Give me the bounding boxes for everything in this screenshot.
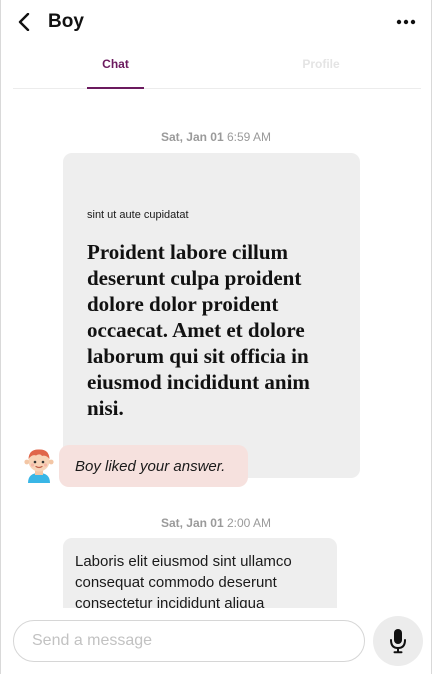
message-bubble[interactable]: Laboris elit eiusmod sint ullamco conseq… (63, 538, 337, 618)
message-subtext: sint ut aute cupidatat (87, 209, 189, 221)
timestamp-date: Sat, Jan 01 (160, 516, 224, 530)
message-bubble[interactable]: sint ut aute cupidatat Proident labore c… (63, 153, 360, 478)
reaction-text: Boy liked your answer. (75, 458, 226, 475)
message-timestamp: Sat, Jan 01 2:00 AM (1, 516, 431, 530)
boy-avatar-icon (24, 449, 54, 483)
back-button[interactable] (13, 10, 35, 34)
header: Boy (1, 0, 431, 44)
tab-chat[interactable]: Chat (87, 57, 144, 89)
reaction-bubble: Boy liked your answer. (59, 445, 248, 487)
page-title: Boy (48, 11, 84, 32)
microphone-icon (390, 629, 406, 654)
timestamp-time: 2:00 AM (227, 516, 272, 530)
message-heading: Proident labore cillum deserunt culpa pr… (87, 240, 310, 420)
timestamp-date: Sat, Jan 01 (160, 130, 224, 144)
message-text: Laboris elit eiusmod sint ullamco conseq… (75, 553, 292, 612)
message-composer (1, 608, 431, 674)
more-options-button[interactable] (395, 12, 417, 32)
chevron-left-icon (18, 13, 30, 31)
message-input[interactable] (13, 620, 365, 662)
avatar (19, 444, 59, 484)
chat-screen: Boy Chat Profile Sat, Jan 01 6:59 AM sin… (0, 0, 432, 674)
message-timestamp: Sat, Jan 01 6:59 AM (1, 130, 431, 144)
tab-bar: Chat Profile (13, 50, 421, 89)
ellipsis-icon (396, 19, 416, 25)
microphone-button[interactable] (373, 616, 423, 666)
timestamp-time: 6:59 AM (227, 130, 272, 144)
tab-profile[interactable]: Profile (291, 57, 351, 89)
